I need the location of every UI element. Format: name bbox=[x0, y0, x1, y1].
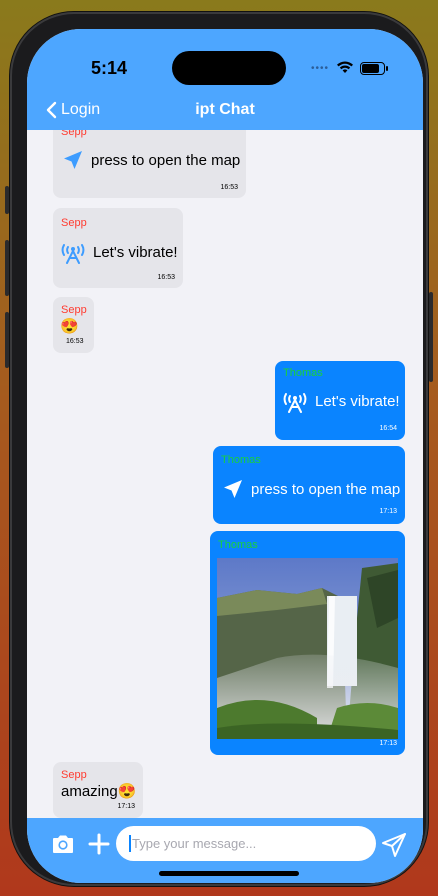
navigation-bar: 5:14 •••• Login ipt Chat bbox=[27, 29, 423, 130]
outgoing-image-message[interactable]: Thomas 17:13 bbox=[210, 531, 405, 755]
message-time: 16:54 bbox=[379, 425, 397, 432]
cellular-signal-icon: •••• bbox=[311, 63, 330, 74]
message-time: 16:53 bbox=[220, 184, 238, 191]
message-sender: Thomas bbox=[218, 539, 258, 551]
volume-up-button bbox=[5, 240, 9, 296]
location-arrow-icon bbox=[224, 480, 242, 498]
message-input[interactable] bbox=[116, 826, 376, 861]
message-sender: Thomas bbox=[283, 367, 323, 379]
location-arrow-icon bbox=[64, 151, 82, 169]
incoming-message[interactable]: Sepp 😍 16:53 bbox=[53, 297, 94, 353]
screen: 5:14 •••• Login ipt Chat Sepp press to o… bbox=[27, 29, 423, 883]
waterfall-photo[interactable] bbox=[217, 558, 398, 739]
message-text: amazing😍 bbox=[61, 783, 137, 800]
message-sender: Sepp bbox=[61, 217, 87, 229]
volume-down-button bbox=[5, 312, 9, 368]
antenna-icon bbox=[61, 244, 85, 264]
outgoing-message[interactable]: Thomas press to open the map 17:13 bbox=[213, 446, 405, 524]
message-time: 17:13 bbox=[379, 740, 397, 747]
message-time: 16:53 bbox=[157, 274, 175, 281]
message-time: 17:13 bbox=[379, 508, 397, 515]
power-button bbox=[429, 292, 433, 382]
battery-icon bbox=[360, 62, 388, 75]
wifi-icon bbox=[337, 61, 353, 73]
incoming-message[interactable]: Sepp amazing😍 17:13 bbox=[53, 762, 143, 818]
dynamic-island bbox=[172, 51, 286, 85]
home-indicator[interactable] bbox=[159, 871, 299, 876]
message-text: 😍 bbox=[60, 318, 79, 335]
camera-icon[interactable] bbox=[51, 834, 75, 854]
message-sender: Sepp bbox=[61, 130, 87, 138]
message-input-field[interactable] bbox=[130, 835, 362, 852]
incoming-message[interactable]: Sepp press to open the map 16:53 bbox=[53, 130, 246, 198]
message-time: 17:13 bbox=[117, 803, 135, 810]
message-text: press to open the map bbox=[251, 480, 401, 498]
text-caret bbox=[129, 835, 131, 852]
message-sender: Sepp bbox=[61, 304, 87, 316]
incoming-message[interactable]: Sepp Let's vibrate! 16:53 bbox=[53, 208, 183, 288]
silent-switch bbox=[5, 186, 9, 214]
phone-frame: 5:14 •••• Login ipt Chat Sepp press to o… bbox=[5, 12, 433, 886]
send-icon[interactable] bbox=[381, 832, 407, 858]
antenna-icon bbox=[283, 393, 307, 413]
outgoing-message[interactable]: Thomas Let's vibrate! 16:54 bbox=[275, 361, 405, 440]
message-text: press to open the map bbox=[91, 151, 241, 169]
status-time: 5:14 bbox=[91, 58, 128, 78]
message-text: Let's vibrate! bbox=[315, 392, 400, 410]
plus-icon[interactable] bbox=[88, 833, 110, 855]
message-sender: Sepp bbox=[61, 769, 87, 781]
message-text: Let's vibrate! bbox=[93, 243, 178, 261]
message-list[interactable]: Sepp press to open the map 16:53 Sepp Le… bbox=[27, 130, 423, 818]
message-time: 16:53 bbox=[66, 338, 84, 345]
page-title: ipt Chat bbox=[195, 101, 255, 118]
message-sender: Thomas bbox=[221, 454, 261, 466]
